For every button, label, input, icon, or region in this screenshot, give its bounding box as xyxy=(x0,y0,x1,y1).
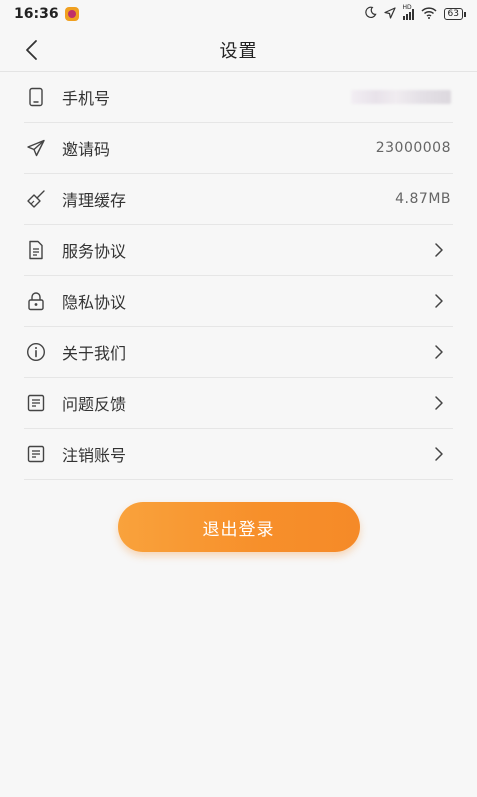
phone-icon xyxy=(24,85,48,109)
settings-row-label: 关于我们 xyxy=(62,344,127,363)
settings-row-clear-cache[interactable]: 清理缓存 4.87MB xyxy=(24,174,453,225)
invite-code-value: 23000008 xyxy=(375,140,451,156)
nav-bar: 设置 xyxy=(0,28,477,72)
lock-icon xyxy=(24,289,48,313)
chevron-right-icon xyxy=(431,344,447,360)
battery-icon: 63 xyxy=(443,8,467,20)
chevron-right-icon xyxy=(431,395,447,411)
settings-row-invite-code[interactable]: 邀请码 23000008 xyxy=(24,123,453,174)
logout-button[interactable]: 退出登录 xyxy=(117,502,360,552)
info-icon xyxy=(24,340,48,364)
cache-size-value: 4.87MB xyxy=(395,191,451,207)
location-icon xyxy=(383,6,396,22)
settings-row-label: 手机号 xyxy=(62,89,111,108)
settings-row-delete-account[interactable]: 注销账号 xyxy=(24,429,453,480)
app-notification-icon xyxy=(64,7,79,21)
status-indicators: HD 63 xyxy=(364,0,467,28)
send-icon xyxy=(24,136,48,160)
settings-row-label: 问题反馈 xyxy=(62,395,127,414)
note-icon xyxy=(24,442,48,466)
settings-row-label: 隐私协议 xyxy=(62,293,127,312)
chevron-left-icon xyxy=(26,40,37,60)
settings-row-label: 服务协议 xyxy=(62,242,127,261)
network-type-label: HD xyxy=(402,4,412,11)
chevron-right-icon xyxy=(431,293,447,309)
battery-level: 63 xyxy=(447,9,459,19)
settings-row-about-us[interactable]: 关于我们 xyxy=(24,327,453,378)
settings-row-service-agreement[interactable]: 服务协议 xyxy=(24,225,453,276)
status-bar: 16:36 HD 63 xyxy=(0,0,477,28)
broom-icon xyxy=(24,187,48,211)
settings-row-feedback[interactable]: 问题反馈 xyxy=(24,378,453,429)
chevron-right-icon xyxy=(431,242,447,258)
settings-row-privacy-policy[interactable]: 隐私协议 xyxy=(24,276,453,327)
document-icon xyxy=(24,238,48,262)
page-title: 设置 xyxy=(219,40,258,62)
signal-icon: HD xyxy=(402,4,414,20)
logout-container: 退出登录 xyxy=(0,502,477,552)
settings-list: 手机号 邀请码 23000008 清理缓存 4.87MB 服务协议 隐私协议 关… xyxy=(0,72,477,480)
back-button[interactable] xyxy=(18,36,46,64)
chevron-right-icon xyxy=(431,446,447,462)
settings-row-label: 邀请码 xyxy=(62,140,111,159)
settings-row-label: 清理缓存 xyxy=(62,191,127,210)
moon-icon xyxy=(364,6,377,22)
settings-row-phone[interactable]: 手机号 xyxy=(24,72,453,123)
wifi-icon xyxy=(421,6,437,22)
phone-number-redacted xyxy=(351,90,451,104)
status-time: 16:36 xyxy=(14,6,59,22)
feedback-icon xyxy=(24,391,48,415)
settings-row-label: 注销账号 xyxy=(62,446,127,465)
